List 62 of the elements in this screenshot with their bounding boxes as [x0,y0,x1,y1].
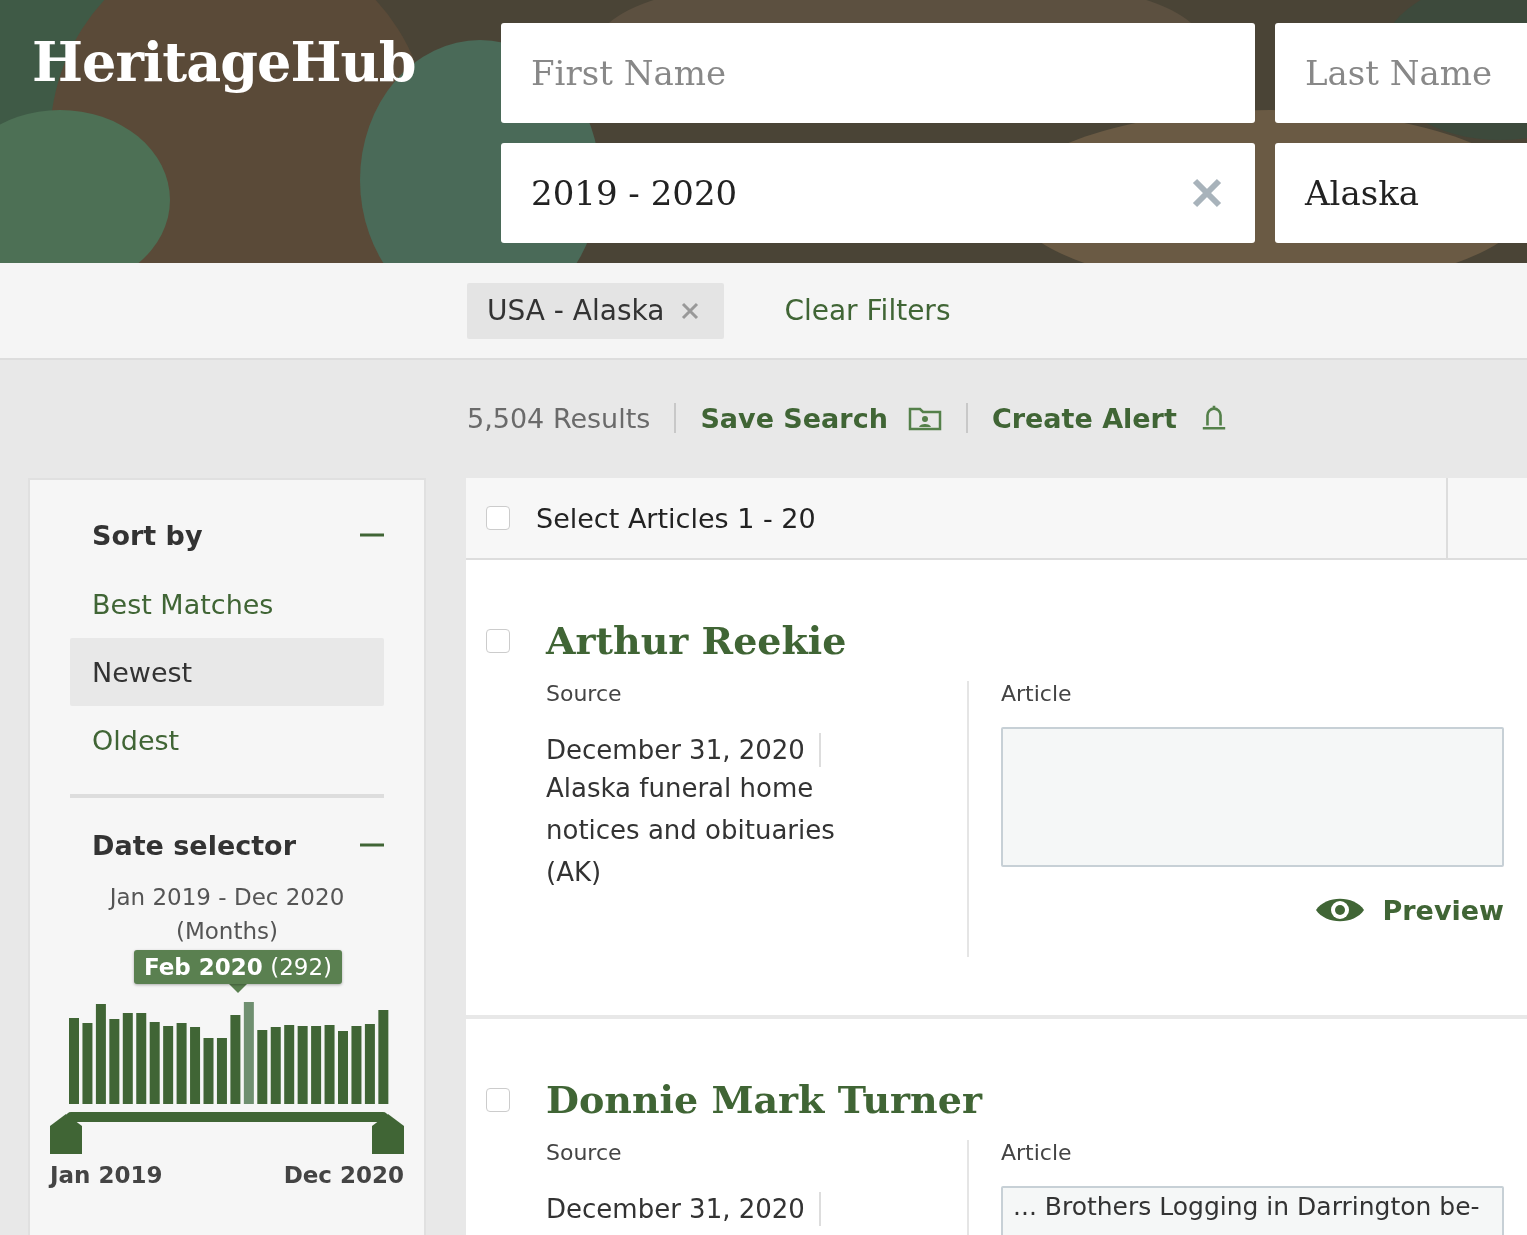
axis-label: Dec 2020 [283,1162,404,1188]
histogram-bar[interactable] [122,1013,133,1104]
search-field[interactable]: First Name [501,23,1255,123]
record-date: December 31, 2020 [546,733,821,767]
date-range-text: Jan 2019 - Dec 2020 [107,883,346,912]
tooltip-pointer [229,984,247,993]
histogram-bar[interactable] [257,1030,268,1104]
search-field[interactable]: Alaska [1275,143,1527,243]
histogram-bar[interactable] [149,1022,160,1104]
field-label: Source [546,681,623,708]
clear-icon[interactable] [1191,177,1223,209]
section-title: Sort by [92,519,203,551]
histogram-bar[interactable] [324,1025,335,1104]
histogram-bar[interactable] [297,1026,308,1104]
checkbox[interactable] [486,506,510,530]
results-count: 5,504 Results [467,402,651,434]
histogram-bar[interactable] [163,1026,174,1104]
field-label: Article [1001,681,1073,708]
record-date: December 31, 2020 [546,1192,821,1226]
histogram-bar[interactable] [136,1013,147,1104]
field-label: Source [546,1140,623,1167]
slider-handle[interactable] [372,1114,404,1154]
histogram-bar[interactable] [109,1019,120,1104]
histogram-bar[interactable] [216,1038,227,1104]
histogram-bar[interactable] [311,1026,322,1104]
field-label: Article [1001,1140,1073,1167]
search-field[interactable]: 2019 - 2020 [501,143,1255,243]
action-link[interactable]: Create Alert [991,402,1177,434]
sort-option[interactable]: Oldest [70,706,384,774]
clear-filters-link[interactable]: Clear Filters [784,294,951,327]
histogram-bar[interactable] [230,1015,241,1104]
histogram-bar[interactable] [284,1025,295,1104]
select-label: Select Articles 1 - 20 [536,502,816,534]
record-source: Alaska funeral home notices and obituaries (AK) [546,772,836,889]
article-snippet-box: ... Brothers Logging in Darrington be- [1001,1186,1504,1235]
axis-label: Jan 2019 [50,1162,163,1188]
preview-link[interactable]: Preview [1314,893,1504,927]
histogram-bar[interactable] [270,1027,281,1104]
checkbox[interactable] [486,1087,510,1112]
remove-icon[interactable] [680,300,701,321]
record-title[interactable]: Arthur Reekie [546,618,847,663]
histogram-bar[interactable] [190,1027,201,1104]
date-unit-text: (Months) [175,917,279,946]
tooltip: Feb 2020 (292) [133,950,342,984]
histogram-bar[interactable] [82,1023,93,1104]
histogram-bar[interactable] [203,1038,214,1104]
checkbox[interactable] [486,628,510,653]
histogram-bar[interactable] [378,1010,389,1104]
histogram-bar[interactable] [176,1023,187,1104]
search-field[interactable]: Last Name [1275,23,1527,123]
filter-chip[interactable]: USA - Alaska [467,282,725,339]
sort-option[interactable]: Newest [70,638,384,706]
histogram-bar[interactable] [364,1024,375,1104]
histogram-bar[interactable] [351,1026,362,1104]
slider-handle[interactable] [50,1114,82,1154]
action-link[interactable]: Save Search [700,402,888,434]
histogram-bar[interactable] [243,1002,254,1104]
site-logo[interactable]: HeritageHub [0,0,501,263]
histogram-bar[interactable] [95,1004,106,1104]
record-title[interactable]: Donnie Mark Turner [546,1077,982,1122]
section-title: Date selector [92,829,296,861]
sort-option[interactable]: Best Matches [70,570,384,638]
